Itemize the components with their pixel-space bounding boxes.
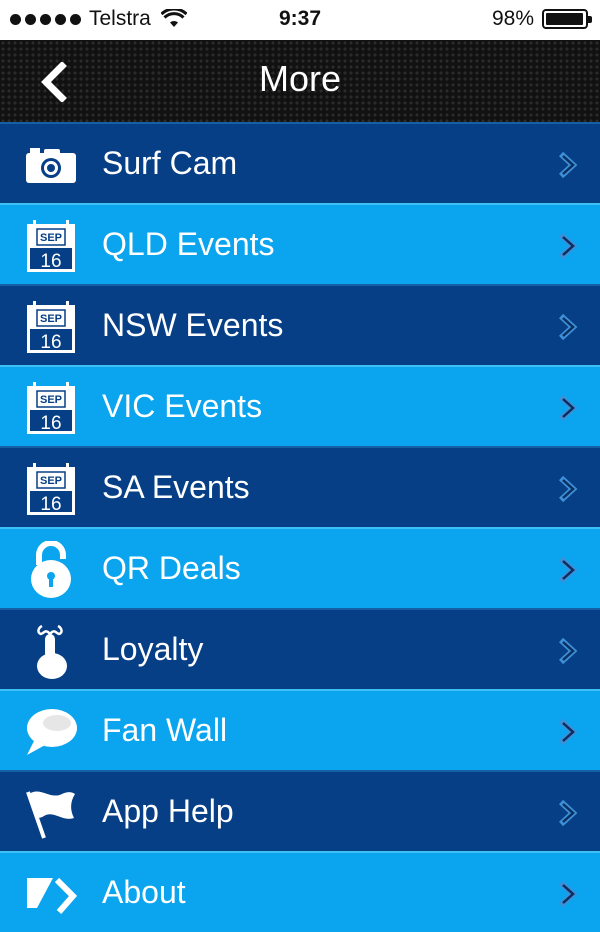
menu-item-label: About: [102, 874, 186, 910]
status-bar: Telstra 9:37 98%: [0, 0, 600, 40]
battery-indicator: 98%: [491, 7, 592, 31]
menu-item-label: Fan Wall: [102, 712, 228, 748]
menu-item[interactable]: QR Deals: [0, 527, 600, 608]
menu-item-label: NSW Events: [102, 307, 284, 343]
menu-item[interactable]: App Help: [0, 770, 600, 851]
svg-text:16: 16: [40, 494, 61, 515]
finger-ribbon-icon: [22, 622, 80, 680]
svg-text:SEP: SEP: [40, 232, 62, 244]
menu-item[interactable]: SEP 16 VIC Events: [0, 365, 600, 446]
menu-item[interactable]: Surf Cam: [0, 122, 600, 203]
svg-text:16: 16: [40, 251, 61, 272]
nav-bar: More: [0, 40, 600, 122]
camera-icon: [22, 136, 80, 194]
menu-item-label: QLD Events: [102, 226, 275, 262]
svg-text:16: 16: [40, 332, 61, 353]
menu-item-label: Surf Cam: [102, 145, 238, 181]
calendar-icon: SEP 16: [22, 217, 80, 275]
battery-icon: [542, 9, 592, 29]
menu-item[interactable]: About: [0, 851, 600, 932]
menu-item-label: QR Deals: [102, 550, 241, 586]
flag-icon: [22, 784, 80, 842]
menu-item[interactable]: SEP 16 NSW Events: [0, 284, 600, 365]
about-icon: [22, 865, 80, 923]
chevron-right-icon: [558, 556, 578, 584]
menu-item[interactable]: SEP 16 SA Events: [0, 446, 600, 527]
menu-item[interactable]: Loyalty: [0, 608, 600, 689]
page-title: More: [258, 58, 342, 99]
svg-text:16: 16: [40, 413, 61, 434]
chevron-right-icon: [558, 880, 578, 908]
chevron-right-icon: [558, 232, 578, 260]
menu-item[interactable]: Fan Wall: [0, 689, 600, 770]
speech-bubble-icon: [22, 703, 80, 761]
svg-text:SEP: SEP: [40, 394, 62, 406]
menu-item-label: Loyalty: [102, 631, 204, 667]
menu-item-label: VIC Events: [102, 388, 263, 424]
svg-text:SEP: SEP: [40, 313, 62, 325]
battery-percent: 98%: [491, 7, 534, 30]
chevron-right-icon: [558, 475, 578, 503]
chevron-right-icon: [558, 394, 578, 422]
calendar-icon: SEP 16: [22, 379, 80, 437]
svg-text:SEP: SEP: [40, 475, 62, 487]
padlock-icon: [22, 541, 80, 599]
calendar-icon: SEP 16: [22, 460, 80, 518]
chevron-right-icon: [558, 313, 578, 341]
menu-item-label: App Help: [102, 793, 234, 829]
menu-item-label: SA Events: [102, 469, 250, 505]
calendar-icon: SEP 16: [22, 298, 80, 356]
chevron-right-icon: [558, 718, 578, 746]
chevron-right-icon: [558, 637, 578, 665]
chevron-right-icon: [558, 799, 578, 827]
menu-list: Surf Cam SEP 16 QLD Events SEP 16 NSW Events SE…: [0, 122, 600, 932]
chevron-right-icon: [558, 151, 578, 179]
menu-item[interactable]: SEP 16 QLD Events: [0, 203, 600, 284]
